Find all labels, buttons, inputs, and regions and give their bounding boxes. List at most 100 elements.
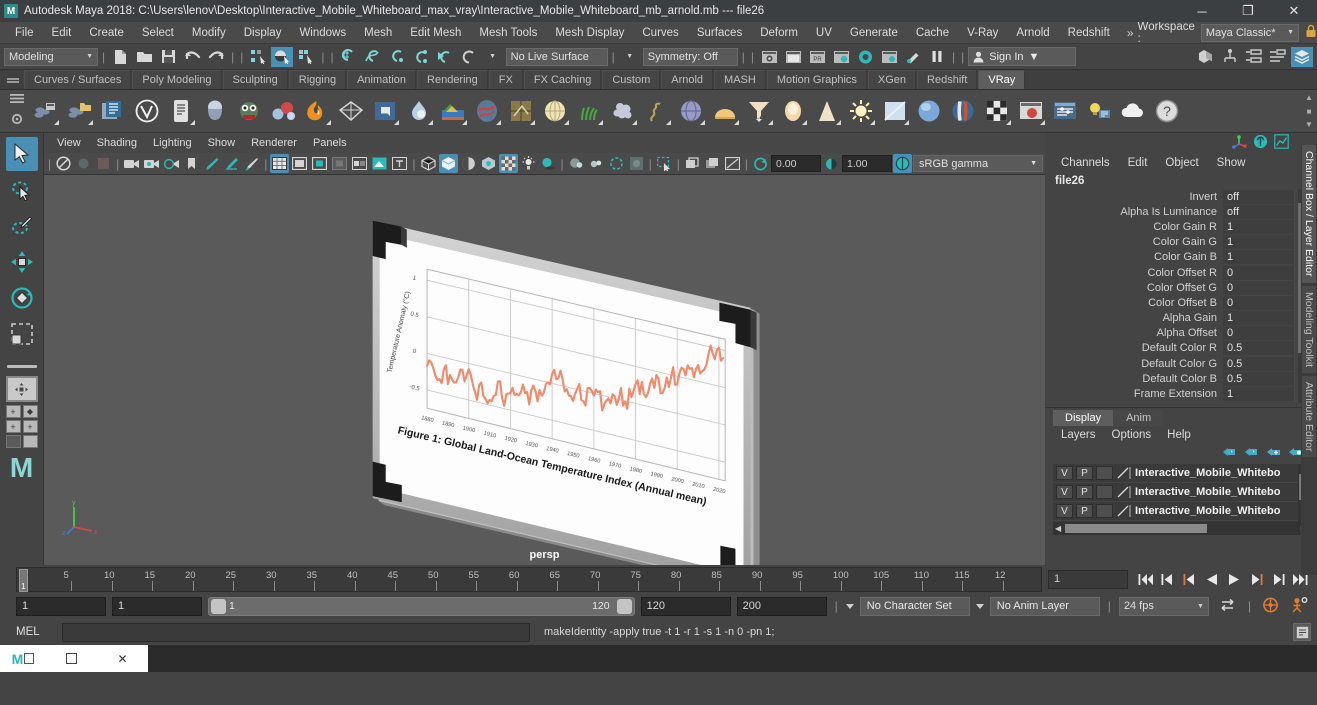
viewport-menu-shading[interactable]: Shading <box>90 133 144 153</box>
mel-label[interactable]: MEL <box>16 626 56 638</box>
show-hide-hypergraph-button[interactable] <box>1219 47 1241 67</box>
shelf-scroll-down-icon[interactable]: ▼ <box>1305 120 1313 129</box>
channel-box-row[interactable]: Color Offset B 0 <box>1045 295 1317 310</box>
select-camera-button[interactable] <box>54 154 73 173</box>
channel-attribute-value[interactable]: off <box>1223 189 1295 204</box>
layer-tab-anim[interactable]: Anim <box>1114 410 1164 426</box>
exposure-display-button[interactable] <box>350 154 369 173</box>
time-slider-cursor[interactable]: 1 <box>19 568 28 592</box>
vray-stripe-icon[interactable] <box>948 96 978 126</box>
resolution-gate-button[interactable] <box>310 154 329 173</box>
vray-light-lister-icon[interactable] <box>1084 96 1114 126</box>
snap-to-grid-button[interactable] <box>338 47 360 67</box>
menu-create[interactable]: Create <box>80 22 133 44</box>
character-set-field[interactable]: No Character Set <box>859 596 970 616</box>
gate-mask-button[interactable] <box>330 154 349 173</box>
channel-box-attribute-list[interactable]: Invert off Alpha Is Luminance off Color Gain… <box>1045 189 1317 407</box>
channel-box-row[interactable]: Alpha Offset 0 <box>1045 326 1317 341</box>
vray-render-icon[interactable] <box>30 96 60 126</box>
text-display-button[interactable] <box>390 154 409 173</box>
menu-curves[interactable]: Curves <box>633 22 687 44</box>
play-backwards-icon[interactable] <box>1202 570 1221 589</box>
channel-box-row[interactable]: Color Offset R 0 <box>1045 265 1317 280</box>
channel-box-menu-object[interactable]: Object <box>1157 153 1206 173</box>
playback-loop-icon[interactable] <box>1215 598 1240 615</box>
channel-attribute-value[interactable]: 1 <box>1223 311 1295 326</box>
vray-render-last-icon[interactable] <box>64 96 94 126</box>
range-start-field[interactable]: 1 <box>112 596 202 616</box>
vray-dome-icon[interactable] <box>710 96 740 126</box>
show-hide-channel-box-button[interactable] <box>1267 47 1289 67</box>
channel-box-row[interactable]: Color Gain R 1 <box>1045 219 1317 234</box>
paint-select-tool-button[interactable] <box>6 209 38 243</box>
paint-effects-icon[interactable] <box>242 154 261 173</box>
layer-playback-toggle[interactable]: P <box>1076 466 1093 480</box>
vray-cone-light-icon[interactable] <box>812 96 842 126</box>
layer-visibility-toggle[interactable]: V <box>1056 504 1073 518</box>
sidetab-modeling-toolkit[interactable]: Modeling Toolkit <box>1302 285 1316 373</box>
shelf-tab-curves-surfaces[interactable]: Curves / Surfaces <box>24 70 132 89</box>
graph-editor-icon[interactable] <box>1274 134 1289 152</box>
menu-uv[interactable]: UV <box>807 22 841 44</box>
render-sequence-button[interactable]: PR <box>806 47 828 67</box>
shelf-tab-xgen[interactable]: XGen <box>867 70 917 89</box>
menu-set-selector[interactable]: Modeling ▼ <box>4 47 98 66</box>
xray-display-button[interactable] <box>370 154 389 173</box>
shelf-scroll-controls[interactable]: ▲ ■ ▼ <box>1303 93 1315 129</box>
shade-with-wireframe-button[interactable] <box>459 154 478 173</box>
channel-attribute-value[interactable]: off <box>1223 204 1295 219</box>
channel-attribute-value[interactable]: 0.5 <box>1223 371 1295 386</box>
vray-help-icon[interactable]: ? <box>1152 96 1182 126</box>
vray-dome-light-icon[interactable] <box>370 96 400 126</box>
shelf-tab-redshift[interactable]: Redshift <box>917 70 978 89</box>
grease-pencil-icon[interactable] <box>202 154 221 173</box>
depth-of-field-button[interactable] <box>627 154 646 173</box>
vray-preview-icon[interactable] <box>1016 96 1046 126</box>
viewport-menu-view[interactable]: View <box>50 133 88 153</box>
layer-tab-display[interactable]: Display <box>1053 410 1114 426</box>
vray-toon-icon[interactable] <box>234 96 264 126</box>
snap-to-curve-button[interactable] <box>362 47 384 67</box>
layer-color-swatch[interactable] <box>1116 485 1132 499</box>
motion-blur-button[interactable] <box>587 154 606 173</box>
new-layer-icon[interactable] <box>1266 446 1281 461</box>
live-surface-field[interactable]: No Live Surface <box>505 47 608 66</box>
vray-grass-icon[interactable] <box>574 96 604 126</box>
channel-attribute-value[interactable]: 1 <box>1223 387 1295 402</box>
select-by-component-type-button[interactable] <box>295 47 317 67</box>
channel-attribute-value[interactable]: 1 <box>1223 235 1295 250</box>
shelf-tab-rendering[interactable]: Rendering <box>417 70 488 89</box>
viewport-menu-show[interactable]: Show <box>201 133 243 153</box>
snap-to-view-plane-button[interactable] <box>434 47 456 67</box>
channel-attribute-value[interactable]: 0.5 <box>1223 356 1295 371</box>
menu-mesh-tools[interactable]: Mesh Tools <box>470 22 546 44</box>
show-grid-button[interactable] <box>270 154 290 173</box>
vray-logo-icon[interactable] <box>132 96 162 126</box>
menu-select[interactable]: Select <box>133 22 183 44</box>
menu-mesh-display[interactable]: Mesh Display <box>546 22 633 44</box>
film-gate-button[interactable] <box>290 154 309 173</box>
show-hide-attribute-editor-button[interactable] <box>1243 47 1265 67</box>
lock-camera-button[interactable] <box>74 154 93 173</box>
render-current-frame-button[interactable] <box>758 47 780 67</box>
scroll-left-icon[interactable]: ◀ <box>1053 524 1061 533</box>
menu-edit-mesh[interactable]: Edit Mesh <box>401 22 470 44</box>
sign-in-button[interactable]: Sign In ▼ <box>968 47 1077 66</box>
render-settings-button[interactable] <box>830 47 852 67</box>
menu-modify[interactable]: Modify <box>183 22 235 44</box>
move-tool-button[interactable] <box>6 245 38 279</box>
playback-speed-selector[interactable]: 24 fps ▼ <box>1118 596 1209 616</box>
open-scene-button[interactable] <box>133 47 155 67</box>
sidetab-attribute-editor[interactable]: Attribute Editor <box>1302 375 1316 458</box>
channel-attribute-value[interactable]: 0 <box>1223 265 1295 280</box>
vray-scatter-icon[interactable] <box>608 96 638 126</box>
viewport-snapshot-button[interactable] <box>703 154 722 173</box>
vray-material-icon[interactable] <box>200 96 230 126</box>
channel-box-row[interactable]: Default Color B 0.5 <box>1045 371 1317 386</box>
quick-layout-persp-outliner[interactable]: ◆ <box>22 405 38 418</box>
display-render-toggle-button[interactable] <box>902 47 924 67</box>
wireframe-shading-button[interactable] <box>419 154 438 173</box>
quick-layout-four-view[interactable]: + <box>5 405 21 418</box>
redo-button[interactable] <box>205 47 227 67</box>
smooth-shade-all-button[interactable] <box>438 154 458 173</box>
